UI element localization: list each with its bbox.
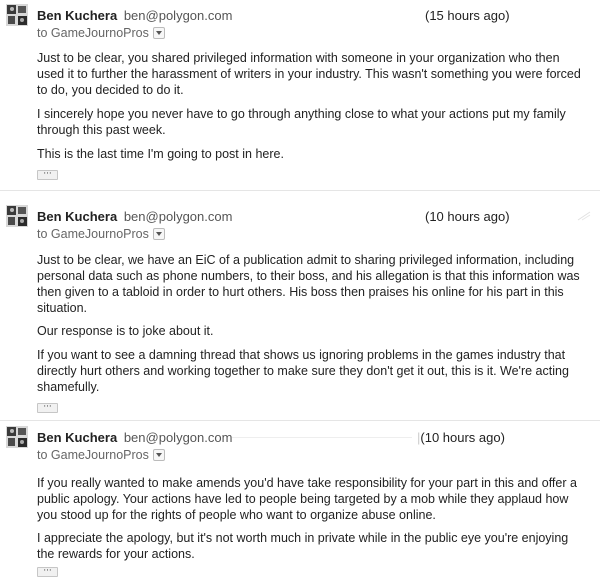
- message-paragraph: Just to be clear, we have an EiC of a pu…: [37, 253, 580, 315]
- sender[interactable]: Ben Kuchera ben@polygon.com: [37, 430, 232, 445]
- sender-name: Ben Kuchera: [37, 8, 118, 23]
- sender[interactable]: Ben Kuchera ben@polygon.com: [37, 8, 232, 23]
- show-trimmed-content-button[interactable]: ···: [37, 170, 58, 180]
- recipient: to GameJournoPros: [37, 26, 149, 40]
- message-paragraph: I appreciate the apology, but it's not w…: [37, 531, 569, 561]
- message-paragraph: This is the last time I'm going to post …: [37, 147, 284, 161]
- avatar[interactable]: [6, 426, 28, 448]
- timestamp-text: (10 hours ago): [420, 430, 505, 445]
- recipient-line: to GameJournoPros: [37, 448, 165, 462]
- sender-name: Ben Kuchera: [37, 209, 118, 224]
- sender-email: ben@polygon.com: [123, 8, 233, 23]
- message-paragraph: I sincerely hope you never have to go th…: [37, 107, 566, 137]
- recipient-line: to GameJournoPros: [37, 227, 165, 241]
- message-paragraph: If you really wanted to make amends you'…: [37, 476, 577, 522]
- recipient-line: to GameJournoPros: [37, 26, 165, 40]
- timestamp: (15 hours ago): [425, 8, 510, 23]
- chevron-down-icon[interactable]: [152, 27, 165, 39]
- corner-flag-icon: [577, 211, 591, 221]
- recipient: to GameJournoPros: [37, 448, 149, 462]
- redaction-mark: [232, 437, 412, 438]
- chevron-down-icon[interactable]: [152, 228, 165, 240]
- recipient: to GameJournoPros: [37, 227, 149, 241]
- divider: [0, 420, 600, 421]
- show-trimmed-content-button[interactable]: ···: [37, 403, 58, 413]
- show-trimmed-content-button[interactable]: ···: [37, 567, 58, 577]
- message-paragraph: If you want to see a damning thread that…: [37, 348, 569, 394]
- sender[interactable]: Ben Kuchera ben@polygon.com: [37, 209, 232, 224]
- sender-email: ben@polygon.com: [123, 209, 233, 224]
- avatar[interactable]: [6, 205, 28, 227]
- divider: [0, 190, 600, 191]
- chevron-down-icon[interactable]: [152, 449, 165, 461]
- message-paragraph: Just to be clear, you shared privileged …: [37, 51, 581, 97]
- avatar[interactable]: [6, 4, 28, 26]
- sender-name: Ben Kuchera: [37, 430, 118, 445]
- timestamp: |(10 hours ago): [417, 430, 505, 445]
- message-paragraph: Our response is to joke about it.: [37, 324, 214, 338]
- sender-email: ben@polygon.com: [123, 430, 233, 445]
- timestamp: (10 hours ago): [425, 209, 510, 224]
